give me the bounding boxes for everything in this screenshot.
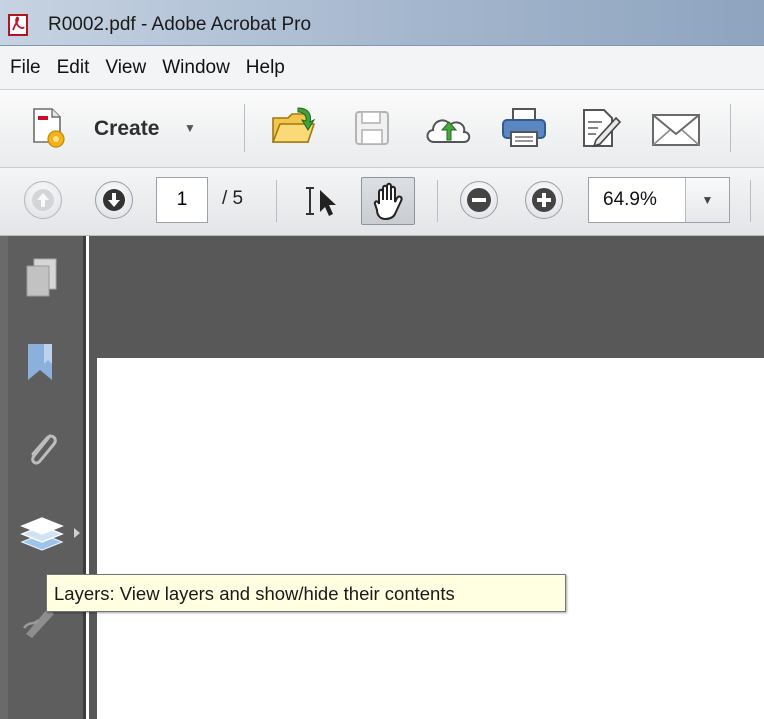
zoom-in-button[interactable] (525, 181, 563, 219)
toolbar-divider (276, 180, 277, 222)
toolbar-divider (244, 104, 245, 152)
edit-doc-icon[interactable] (578, 106, 622, 150)
next-page-button[interactable] (95, 181, 133, 219)
zoom-in-icon (532, 188, 556, 212)
create-button[interactable]: Create ▼ (24, 102, 204, 154)
title-bar: R0002.pdf - Adobe Acrobat Pro (0, 0, 764, 46)
menu-help[interactable]: Help (238, 46, 293, 90)
zoom-out-icon (467, 188, 491, 212)
next-page-icon (103, 189, 125, 211)
create-label: Create (94, 117, 160, 140)
hand-tool-icon (373, 182, 403, 221)
select-tool-icon[interactable] (302, 182, 342, 222)
layers-tooltip: Layers: View layers and show/hide their … (46, 574, 566, 612)
pdf-file-icon (8, 14, 28, 36)
menu-edit[interactable]: Edit (49, 46, 98, 90)
toolbar-divider (730, 104, 731, 152)
navigation-pane-edge (0, 236, 8, 719)
layers-icon (20, 517, 64, 551)
chevron-down-icon: ▼ (184, 121, 196, 135)
create-doc-icon (33, 108, 65, 148)
attachment-icon[interactable] (22, 424, 62, 472)
zoom-value[interactable]: 64.9% (603, 189, 657, 211)
hand-tool-button[interactable] (361, 177, 415, 225)
print-icon[interactable] (500, 106, 548, 150)
open-folder-icon[interactable] (270, 104, 320, 150)
layers-button[interactable] (16, 514, 86, 556)
pages-icon[interactable] (22, 256, 62, 300)
menu-file[interactable]: File (0, 46, 49, 90)
menu-window[interactable]: Window (154, 46, 238, 90)
navigation-pane (0, 236, 86, 719)
prev-page-icon (32, 189, 54, 211)
pdf-page[interactable] (97, 358, 764, 719)
cloud-upload-icon[interactable] (422, 110, 474, 150)
menu-view[interactable]: View (97, 46, 154, 90)
toolbar-divider (437, 180, 438, 222)
expand-arrow-icon (74, 528, 80, 538)
save-icon[interactable] (352, 108, 392, 148)
toolbar-divider (750, 180, 751, 222)
email-icon[interactable] (650, 110, 702, 150)
chevron-down-icon: ▼ (701, 193, 714, 207)
window-title: R0002.pdf - Adobe Acrobat Pro (48, 14, 312, 35)
prev-page-button[interactable] (24, 181, 62, 219)
page-number-input[interactable]: 1 (156, 177, 208, 223)
zoom-select[interactable]: 64.9% ▼ (588, 177, 730, 223)
page-total: / 5 (222, 188, 244, 209)
main-toolbar: Create ▼ (0, 90, 764, 168)
bookmark-icon[interactable] (24, 340, 60, 384)
zoom-out-button[interactable] (460, 181, 498, 219)
menu-bar: File Edit View Window Help (0, 46, 764, 90)
zoom-dropdown-button[interactable]: ▼ (685, 178, 729, 222)
